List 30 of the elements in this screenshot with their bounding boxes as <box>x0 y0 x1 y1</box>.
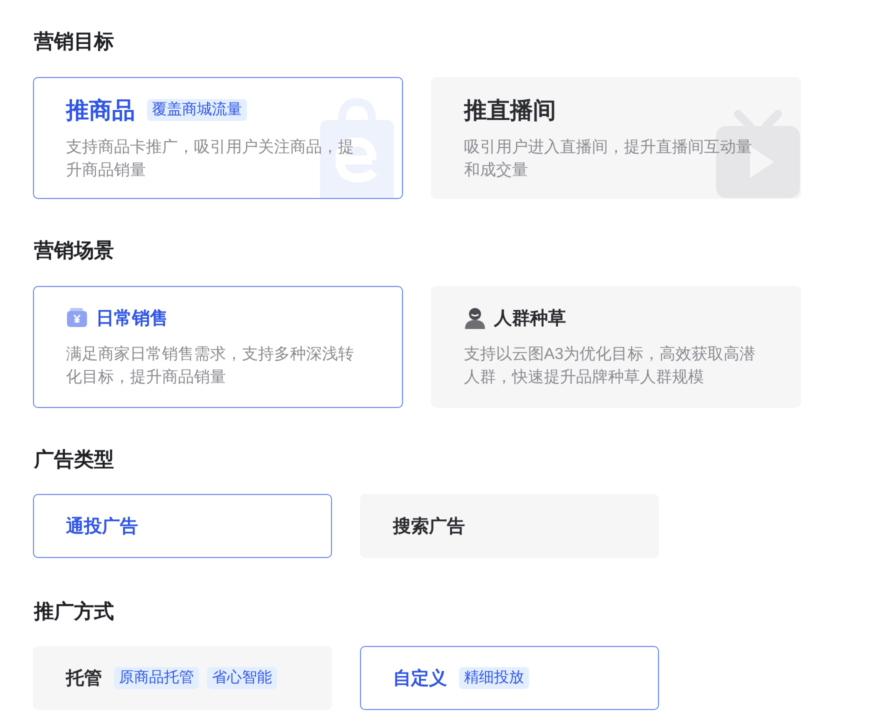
wallet-icon <box>66 307 88 329</box>
option-title: 推直播间 <box>464 96 556 125</box>
option-card[interactable]: 通投广告 <box>33 494 332 558</box>
option-card[interactable]: 人群种草 支持以云图A3为优化目标，高效获取高潜人群，快速提升品牌种草人群规模 <box>431 286 801 408</box>
option-description: 满足商家日常销售需求，支持多种深浅转化目标，提升商品销量 <box>66 344 355 388</box>
tag: 精细投放 <box>459 667 529 689</box>
option-card[interactable]: 自定义 精细投放 <box>360 646 659 710</box>
option-card[interactable]: 推直播间 吸引用户进入直播间，提升直播间互动量和成交量 <box>431 77 801 199</box>
option-title: 人群种草 <box>494 307 566 330</box>
section-title: 营销目标 <box>34 30 115 55</box>
option-title: 搜索广告 <box>393 515 465 538</box>
option-card[interactable]: 日常销售 满足商家日常销售需求，支持多种深浅转化目标，提升商品销量 <box>33 286 403 408</box>
option-card[interactable]: 推商品 覆盖商城流量 支持商品卡推广，吸引用户关注商品，提升商品销量 <box>33 77 403 199</box>
option-description: 支持商品卡推广，吸引用户关注商品，提升商品销量 <box>66 138 355 181</box>
section-title: 推广方式 <box>34 600 115 625</box>
option-card[interactable]: 搜索广告 <box>360 494 659 558</box>
option-title: 通投广告 <box>66 515 138 538</box>
option-card[interactable]: 托管 原商品托管 省心智能 <box>33 646 332 710</box>
option-description: 吸引用户进入直播间，提升直播间互动量和成交量 <box>464 138 753 181</box>
section-title: 营销场景 <box>34 239 115 264</box>
person-icon <box>464 307 486 329</box>
tag: 原商品托管 <box>114 667 199 689</box>
tag: 覆盖商城流量 <box>147 99 247 121</box>
option-title: 托管 <box>66 667 102 690</box>
tag: 省心智能 <box>207 667 277 689</box>
option-description: 支持以云图A3为优化目标，高效获取高潜人群，快速提升品牌种草人群规模 <box>464 344 757 388</box>
option-title: 日常销售 <box>96 307 168 330</box>
option-title: 推商品 <box>66 96 135 125</box>
option-title: 自定义 <box>393 667 447 690</box>
section-title: 广告类型 <box>34 448 115 473</box>
